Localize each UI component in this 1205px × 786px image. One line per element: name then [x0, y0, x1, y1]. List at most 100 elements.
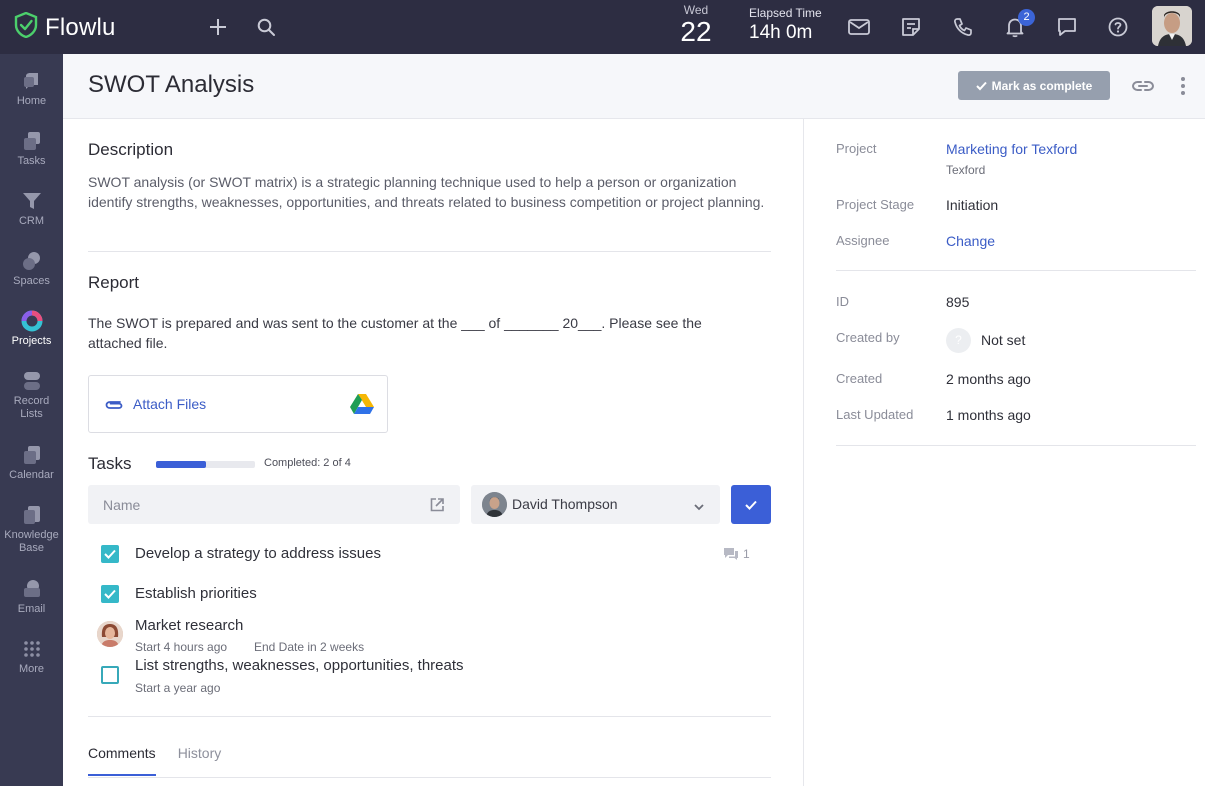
tasks-icon: [23, 132, 40, 150]
sidebar-label-calendar: Calendar: [9, 469, 54, 481]
task-name-input[interactable]: [88, 485, 460, 524]
last-updated-value: 1 months ago: [946, 407, 1031, 423]
sidebar-item-calendar[interactable]: Calendar: [0, 444, 63, 482]
sidebar-item-record-lists[interactable]: Record Lists: [0, 370, 63, 421]
task-end-date: End Date in 2 weeks: [254, 640, 365, 654]
divider: [836, 270, 1196, 271]
created-by-label: Created by: [836, 330, 900, 345]
sidebar-label-home: Home: [16, 95, 47, 107]
attach-files-box[interactable]: Attach Files: [88, 375, 388, 433]
mail-icon[interactable]: [846, 14, 872, 40]
open-external-icon[interactable]: [429, 497, 445, 518]
sidebar-label-more: More: [18, 663, 45, 675]
divider: [88, 716, 771, 717]
date-display[interactable]: Wed 22: [676, 4, 716, 47]
knowledge-base-icon: [23, 506, 40, 524]
created-label: Created: [836, 371, 883, 386]
notes-icon[interactable]: [898, 14, 924, 40]
task-checkbox-checked[interactable]: [101, 545, 119, 563]
sidebar-item-more[interactable]: More: [0, 638, 63, 676]
record-lists-icon: [23, 372, 40, 390]
logo-text: Flowlu: [45, 13, 116, 41]
sidebar-label-record: Record: [13, 395, 50, 407]
crm-funnel-icon: [22, 193, 41, 209]
sidebar-label-knowledge: Knowledge: [4, 529, 59, 541]
created-value: 2 months ago: [946, 371, 1031, 387]
chat-icon[interactable]: [1054, 14, 1080, 40]
comment-icon: [724, 548, 738, 560]
attach-files-label: Attach Files: [133, 396, 207, 412]
home-icon: [23, 73, 38, 89]
task-checkbox[interactable]: [101, 666, 119, 684]
sidebar-item-home[interactable]: Home: [0, 70, 63, 108]
task-comments[interactable]: 1: [723, 547, 750, 561]
task-title[interactable]: Market research: [135, 617, 243, 634]
sidebar-item-crm[interactable]: CRM: [0, 190, 63, 228]
assignee-select[interactable]: David Thompson: [471, 485, 720, 524]
top-bar: Flowlu Wed 22 Elapsed Time 14h 0m 2: [0, 0, 1205, 54]
task-main: Description SWOT analysis (or SWOT matri…: [63, 119, 803, 786]
sidebar: Home Tasks CRM Spaces Projects Record Li…: [0, 54, 63, 786]
sidebar-label-crm: CRM: [18, 215, 45, 227]
unknown-user-icon: ?: [946, 328, 971, 353]
date-day: 22: [680, 16, 712, 47]
logo[interactable]: Flowlu: [14, 11, 116, 43]
divider: [836, 445, 1196, 446]
add-icon[interactable]: [205, 14, 231, 40]
tasks-progress-label: Completed: 2 of 4: [264, 457, 351, 469]
tab-history[interactable]: History: [178, 745, 222, 776]
email-icon: [23, 580, 40, 597]
tabs: Comments History: [88, 745, 221, 776]
more-vertical-icon[interactable]: [1175, 75, 1191, 102]
task-checkbox-checked[interactable]: [101, 585, 119, 603]
help-icon[interactable]: [1105, 14, 1131, 40]
task-assignee-avatar: [97, 621, 123, 647]
task-title[interactable]: Establish priorities: [135, 585, 257, 602]
tasks-progress-bar: [156, 461, 255, 468]
spaces-icon: [22, 252, 40, 270]
tab-comments[interactable]: Comments: [88, 745, 156, 776]
calendar-icon: [23, 446, 40, 464]
sidebar-item-knowledge-base[interactable]: Knowledge Base: [0, 504, 63, 555]
check-icon: [745, 500, 757, 510]
user-avatar[interactable]: [1152, 6, 1192, 46]
tasks-title: Tasks: [88, 454, 132, 473]
task-title[interactable]: Develop a strategy to address issues: [135, 545, 381, 562]
link-icon[interactable]: [1130, 76, 1156, 101]
elapsed-time-value: 14h 0m: [749, 22, 813, 43]
mark-complete-button[interactable]: Mark as complete: [958, 71, 1110, 100]
divider: [88, 251, 771, 252]
check-icon: [975, 81, 987, 90]
project-label: Project: [836, 141, 877, 156]
flowlu-logo-icon: [14, 11, 38, 43]
description-text: SWOT analysis (or SWOT matrix) is a stra…: [88, 174, 765, 210]
paperclip-icon: [103, 397, 125, 418]
assignee-avatar: [482, 492, 507, 517]
assignee-change-link[interactable]: Change: [946, 233, 995, 249]
notification-badge: 2: [1018, 9, 1035, 26]
phone-icon[interactable]: [950, 14, 976, 40]
mark-complete-label: Mark as complete: [991, 78, 1093, 93]
task-details-panel: Project Marketing for Texford Texford Pr…: [804, 119, 1205, 786]
project-link[interactable]: Marketing for Texford: [946, 141, 1077, 157]
project-client: Texford: [946, 163, 986, 177]
sidebar-item-projects[interactable]: Projects: [0, 310, 63, 348]
last-updated-label: Last Updated: [836, 407, 914, 422]
add-task-button[interactable]: [731, 485, 771, 524]
task-comment-count: 1: [743, 547, 750, 561]
sidebar-label-base: Base: [18, 542, 45, 554]
chevron-down-icon: [693, 499, 705, 517]
google-drive-icon[interactable]: [350, 393, 374, 419]
sidebar-label-tasks: Tasks: [17, 155, 46, 167]
assignee-name: David Thompson: [512, 496, 618, 512]
sidebar-item-spaces[interactable]: Spaces: [0, 250, 63, 288]
task-title[interactable]: List strengths, weaknesses, opportunitie…: [135, 657, 464, 674]
search-icon[interactable]: [253, 14, 279, 40]
sidebar-label-lists: Lists: [20, 408, 43, 420]
grid-dots-icon: [23, 641, 40, 657]
elapsed-time[interactable]: Elapsed Time 14h 0m: [749, 6, 822, 46]
sidebar-label-email: Email: [17, 603, 46, 615]
sidebar-item-tasks[interactable]: Tasks: [0, 130, 63, 168]
projects-icon: [21, 310, 42, 332]
sidebar-item-email[interactable]: Email: [0, 578, 63, 616]
